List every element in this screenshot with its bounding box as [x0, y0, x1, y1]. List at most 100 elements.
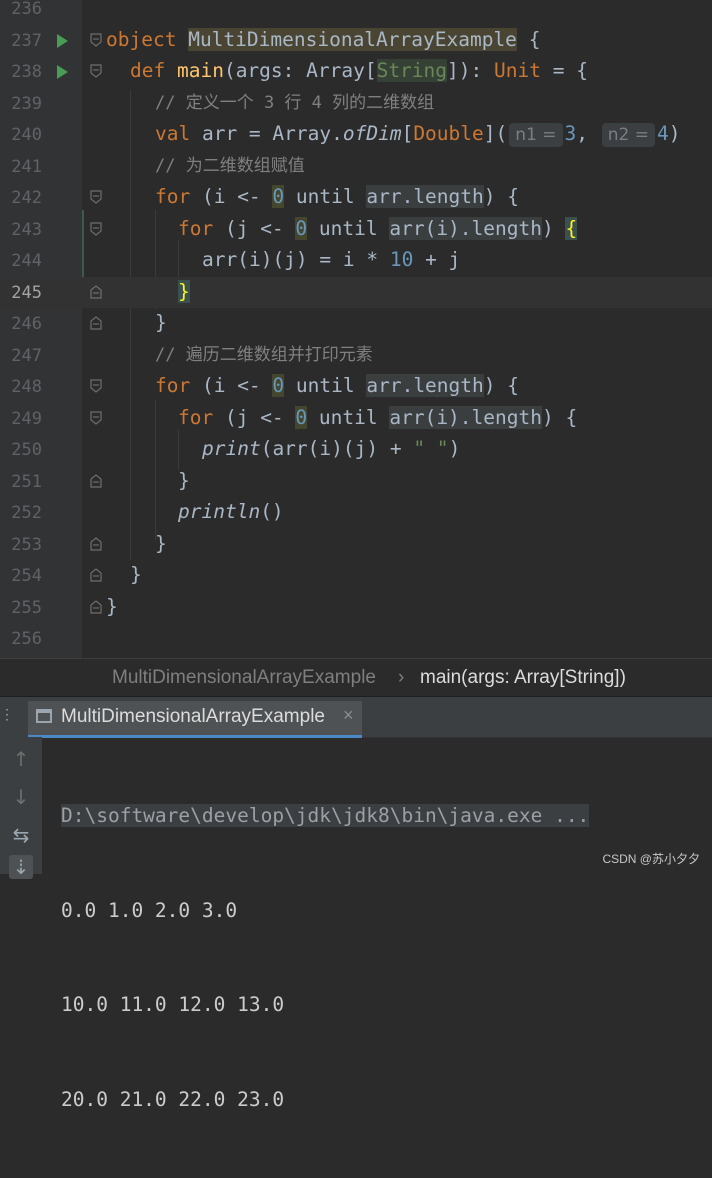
run-tab-label: MultiDimensionalArrayExample: [61, 706, 325, 727]
code-text: print(arr(i)(j) + " "): [202, 437, 460, 461]
code-line[interactable]: 248 for (i <- 0 until arr.length) {: [0, 371, 712, 403]
fold-end-icon[interactable]: [90, 568, 102, 582]
string-literal: " ": [413, 437, 449, 460]
keyword: object: [106, 27, 177, 51]
console-line: 0.0 1.0 2.0 3.0: [61, 898, 238, 922]
code-line[interactable]: 239 // 定义一个 3 行 4 列的二维数组: [0, 88, 712, 120]
code-line[interactable]: 240 val arr = Array.ofDim[Double](n1 = 3,…: [0, 119, 712, 151]
number-literal: 3: [564, 122, 577, 145]
method-name: ofDim: [342, 122, 402, 145]
type-name: Unit: [494, 59, 541, 82]
code-token: [: [401, 122, 414, 145]
console-output[interactable]: D:\software\develop\jdk\jdk8\bin\java.ex…: [61, 737, 590, 1178]
code-token: arr.length: [366, 185, 484, 208]
line-number: 256: [11, 629, 42, 649]
fold-end-icon[interactable]: [90, 316, 102, 330]
fold-marker-icon[interactable]: [90, 64, 102, 78]
code-line[interactable]: 246 }: [0, 308, 712, 340]
fold-marker-icon[interactable]: [90, 410, 102, 425]
fold-end-icon[interactable]: [90, 599, 102, 614]
code-line[interactable]: 236: [0, 0, 712, 25]
keyword: val: [155, 122, 191, 145]
breadcrumb-object[interactable]: MultiDimensionalArrayExample: [112, 667, 376, 689]
line-number: 252: [11, 503, 42, 523]
soft-wrap-icon[interactable]: ⇆: [9, 823, 33, 847]
code-line[interactable]: 250 print(arr(i)(j) + " "): [0, 434, 712, 466]
run-panel: ⋮ MultiDimensionalArrayExample × ↑ ↓ ⇆ ⇣…: [0, 696, 712, 1111]
code-line[interactable]: 243 for (j <- 0 until arr(i).length) {: [0, 214, 712, 246]
code-token: (i <-: [190, 374, 273, 397]
code-line[interactable]: 254 }: [0, 560, 712, 592]
code-token: ) {: [541, 405, 578, 429]
fold-end-icon[interactable]: [90, 284, 102, 299]
line-number: 241: [11, 156, 42, 177]
code-line[interactable]: 251 }: [0, 466, 712, 498]
code-line[interactable]: 252 println(): [0, 497, 712, 529]
code-token: arr = Array.: [190, 122, 343, 145]
code-line[interactable]: 255 }: [0, 592, 712, 624]
line-number: 243: [11, 219, 42, 240]
code-text: val arr = Array.ofDim[Double](n1 = 3, n2 …: [155, 122, 680, 147]
fold-marker-icon[interactable]: [90, 379, 102, 393]
fold-marker-icon[interactable]: [90, 32, 102, 47]
code-token: arr(i)(j) = i *: [202, 248, 390, 271]
code-text: for (i <- 0 until arr.length) {: [155, 185, 519, 209]
code-line[interactable]: 253 }: [0, 529, 712, 561]
line-number: 249: [11, 408, 42, 429]
number-literal: 10: [389, 248, 414, 271]
run-tab[interactable]: MultiDimensionalArrayExample ×: [28, 701, 362, 738]
console-icon: [36, 709, 52, 723]
code-token: ]):: [447, 59, 494, 82]
code-token: ) {: [483, 185, 519, 208]
arrow-up-icon[interactable]: ↑: [9, 747, 33, 771]
code-token: ,: [576, 122, 600, 145]
scroll-to-end-icon[interactable]: ⇣: [9, 855, 33, 879]
line-number: 247: [11, 345, 42, 366]
more-options-icon[interactable]: ⋮: [0, 707, 14, 723]
number-literal: 0: [295, 216, 308, 240]
code-line[interactable]: 256: [0, 623, 712, 655]
keyword: for: [155, 374, 191, 397]
code-line[interactable]: 247 // 遍历二维数组并打印元素: [0, 340, 712, 372]
current-code-line[interactable]: 245 }: [0, 276, 712, 309]
line-number: 242: [11, 188, 42, 208]
line-number: 239: [11, 93, 42, 114]
run-arrow-icon[interactable]: [57, 65, 68, 79]
fold-end-icon[interactable]: [90, 536, 102, 551]
fold-marker-icon[interactable]: [90, 190, 102, 204]
code-line[interactable]: 237 object MultiDimensionalArrayExample …: [0, 25, 712, 57]
code-token: (j <-: [213, 405, 296, 429]
code-line[interactable]: 244 arr(i)(j) = i * 10 + j: [0, 245, 712, 277]
code-token: until: [307, 216, 390, 240]
line-number: 251: [11, 471, 42, 492]
code-token: ](: [483, 122, 508, 145]
line-number: 250: [11, 440, 42, 460]
code-token: (): [260, 500, 284, 523]
console-command: D:\software\develop\jdk\jdk8\bin\java.ex…: [61, 804, 590, 827]
code-line[interactable]: 249 for (j <- 0 until arr(i).length) {: [0, 403, 712, 435]
code-line[interactable]: 242 for (i <- 0 until arr.length) {: [0, 182, 712, 214]
line-number: 238: [11, 62, 42, 82]
matched-brace: }: [178, 279, 190, 303]
code-line[interactable]: 238 def main(args: Array[String]): Unit …: [0, 56, 712, 88]
code-text: object MultiDimensionalArrayExample {: [106, 27, 541, 52]
line-number: 240: [11, 125, 42, 145]
fold-marker-icon[interactable]: [90, 221, 102, 236]
comment: // 定义一个 3 行 4 列的二维数组: [155, 92, 435, 113]
arrow-down-icon[interactable]: ↓: [9, 785, 33, 809]
run-arrow-icon[interactable]: [57, 33, 68, 48]
number-literal: 4: [656, 122, 669, 145]
number-literal: 0: [295, 405, 308, 429]
parameter-hint: n1 =: [509, 123, 563, 147]
brace: {: [528, 27, 541, 51]
close-icon[interactable]: ×: [343, 705, 354, 726]
function-name: main: [176, 59, 224, 82]
code-token: (arr(i)(j) +: [260, 437, 414, 460]
code-text: }: [178, 468, 190, 492]
code-editor[interactable]: 236 237 object MultiDimensionalArrayExam…: [0, 0, 712, 658]
comment: // 为二维数组赋值: [155, 155, 305, 176]
fold-end-icon[interactable]: [90, 473, 102, 488]
code-line[interactable]: 241 // 为二维数组赋值: [0, 151, 712, 183]
code-token: ): [541, 216, 566, 240]
breadcrumb-method[interactable]: main(args: Array[String]): [420, 667, 626, 689]
